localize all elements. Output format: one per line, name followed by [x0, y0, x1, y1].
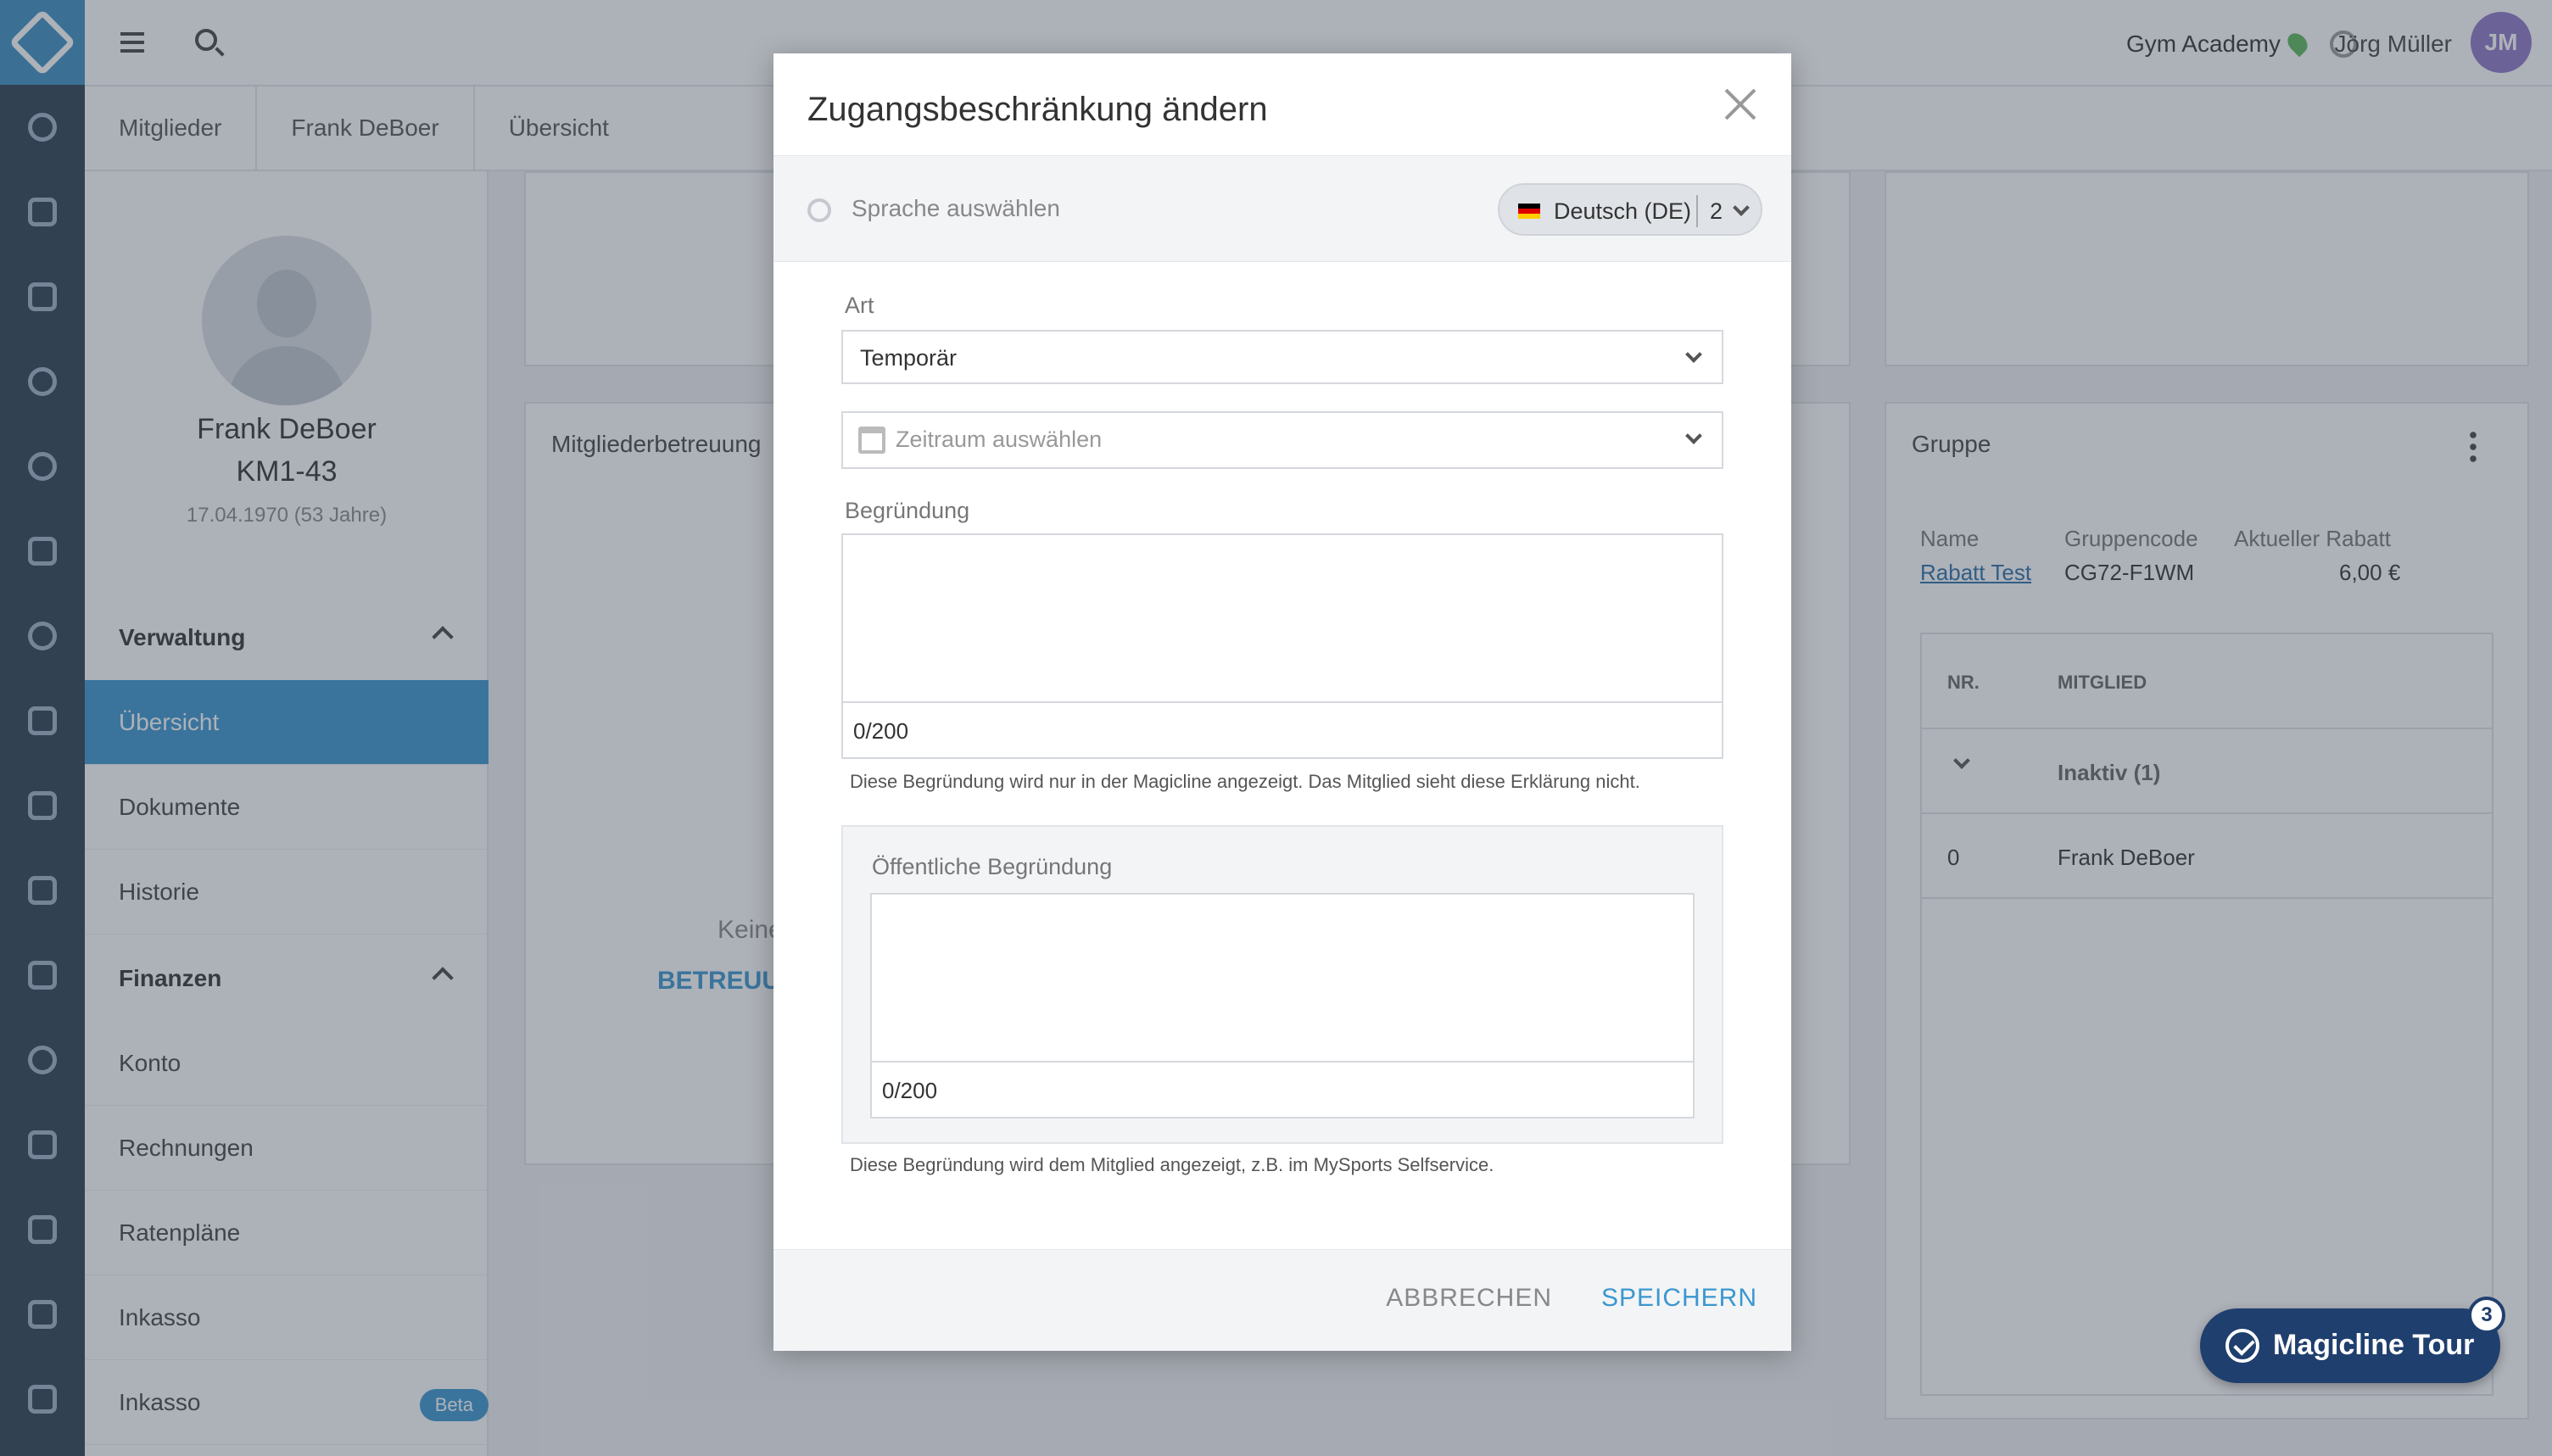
begruendung-hint: Diese Begründung wird nur in der Magicli…: [850, 771, 1640, 792]
language-select[interactable]: Deutsch (DE) 2: [1498, 183, 1762, 236]
close-icon[interactable]: [1723, 87, 1757, 121]
access-restriction-modal: Zugangsbeschränkung ändern Sprache auswä…: [773, 53, 1791, 1351]
public-reason-counter: 0/200: [870, 1063, 1695, 1118]
public-reason-section: Öffentliche Begründung 0/200: [841, 825, 1723, 1144]
tour-label: Magicline Tour: [2273, 1329, 2475, 1361]
begruendung-textarea[interactable]: [841, 533, 1723, 703]
calendar-icon: [858, 427, 885, 454]
german-flag-icon: [1518, 204, 1540, 219]
public-reason-label: Öffentliche Begründung: [872, 854, 1113, 879]
language-value: Deutsch (DE): [1554, 198, 1692, 224]
counter-text: 0/200: [882, 1078, 938, 1103]
language-count: 2: [1710, 198, 1723, 224]
art-select[interactable]: Temporär: [841, 330, 1723, 384]
check-circle-icon: [2225, 1329, 2259, 1363]
begruendung-label: Begründung: [845, 498, 970, 523]
art-value: Temporär: [860, 345, 958, 371]
modal-title: Zugangsbeschränkung ändern: [807, 91, 1268, 128]
language-label: Sprache auswählen: [852, 195, 1060, 221]
begruendung-counter: 0/200: [841, 703, 1723, 759]
art-label: Art: [845, 293, 874, 318]
tour-badge: 3: [2468, 1297, 2505, 1334]
public-reason-hint: Diese Begründung wird dem Mitglied angez…: [850, 1154, 1494, 1175]
language-bar: Sprache auswählen Deutsch (DE) 2: [773, 155, 1791, 262]
save-button[interactable]: SPEICHERN: [1601, 1284, 1757, 1313]
public-reason-textarea[interactable]: [870, 893, 1695, 1063]
globe-icon: [807, 198, 831, 222]
cancel-button[interactable]: ABBRECHEN: [1386, 1284, 1552, 1313]
chevron-down-icon: [1733, 199, 1750, 216]
magicline-tour-button[interactable]: Magicline Tour 3: [2200, 1297, 2505, 1383]
zeitraum-placeholder: Zeitraum auswählen: [896, 427, 1103, 452]
zeitraum-select[interactable]: Zeitraum auswählen: [841, 411, 1723, 469]
chevron-down-icon: [1685, 427, 1702, 444]
counter-text: 0/200: [853, 718, 909, 744]
chevron-down-icon: [1685, 346, 1702, 363]
modal-footer: ABBRECHEN SPEICHERN: [773, 1249, 1791, 1351]
